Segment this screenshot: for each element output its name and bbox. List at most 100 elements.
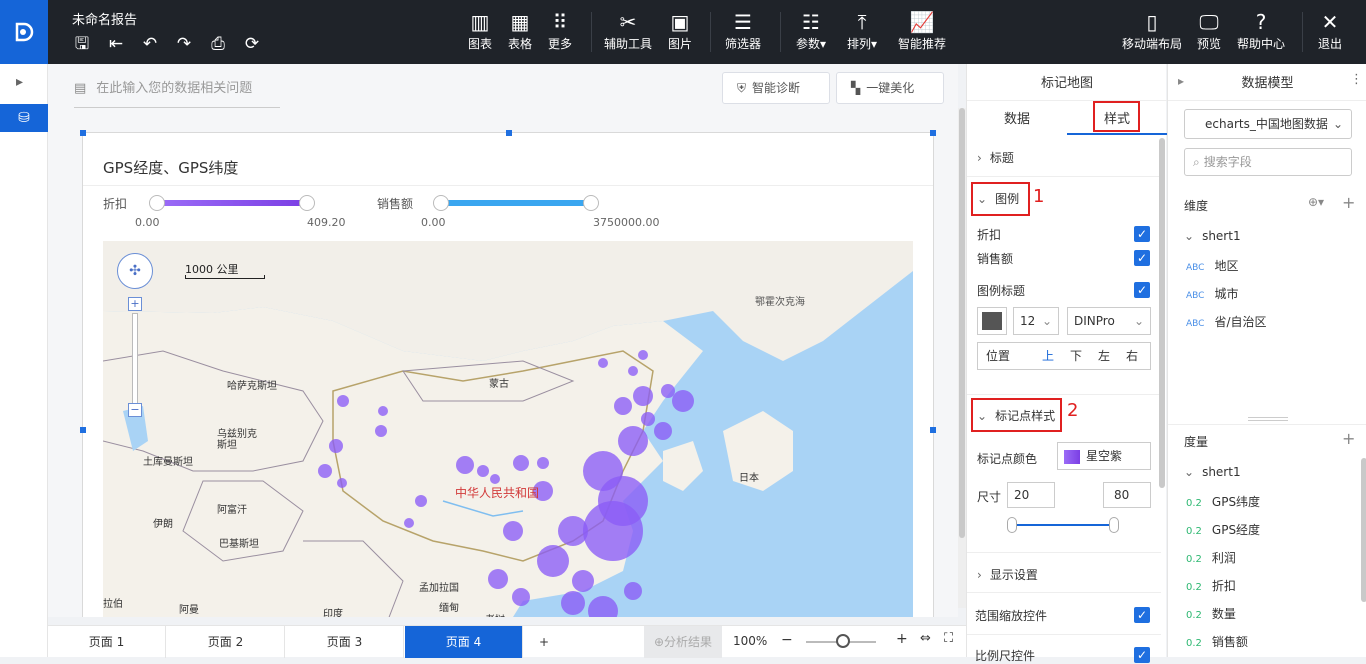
chart-button[interactable]: ▥ 图表: [466, 10, 494, 52]
map-marker[interactable]: [598, 358, 608, 368]
first-step-icon[interactable]: ⇤: [106, 34, 126, 54]
dimension-field[interactable]: ABC 省/自治区: [1186, 313, 1267, 330]
discount-min-handle[interactable]: [149, 195, 165, 211]
smart-recommend-button[interactable]: 📈 智能推荐: [896, 10, 948, 52]
app-logo[interactable]: [0, 0, 48, 64]
measure-sheet[interactable]: ⌄ shert1: [1184, 465, 1241, 479]
add-page-button[interactable]: +: [522, 626, 566, 658]
table-button[interactable]: ▦ 表格: [506, 10, 534, 52]
arrange-button[interactable]: ⤒ 排列▾: [843, 10, 881, 52]
panel-scrollbar[interactable]: [1361, 458, 1366, 602]
help-center-button[interactable]: ? 帮助中心: [1236, 10, 1286, 52]
scrollbar-thumb[interactable]: [959, 108, 965, 538]
sales-min-handle[interactable]: [433, 195, 449, 211]
page-tab[interactable]: 页面 4: [405, 626, 523, 658]
exit-button[interactable]: ✕ 退出: [1316, 10, 1344, 52]
redo-icon[interactable]: ↷: [174, 34, 194, 54]
discount-max-handle[interactable]: [299, 195, 315, 211]
size-min-handle[interactable]: [1007, 517, 1017, 533]
marker-map[interactable]: ✣ + − 1000 公里 鄂霍次克海 哈萨克斯坦 蒙古 乌兹别克 斯坦 土库曼…: [103, 241, 913, 617]
globe-icon[interactable]: ⊕▾: [1308, 195, 1324, 209]
report-title[interactable]: 未命名报告: [72, 9, 137, 28]
map-marker[interactable]: [628, 366, 638, 376]
sales-max-handle[interactable]: [583, 195, 599, 211]
tab-data[interactable]: 数据: [967, 108, 1067, 127]
section-display-settings[interactable]: › 显示设置: [977, 566, 1038, 583]
position-left[interactable]: 左: [1098, 343, 1110, 369]
map-marker[interactable]: [329, 439, 343, 453]
format-painter-icon[interactable]: ⎙: [208, 34, 228, 54]
font-size-select[interactable]: 12 ⌄: [1013, 307, 1059, 335]
map-marker[interactable]: [537, 457, 549, 469]
expand-panel-icon[interactable]: ▸: [16, 74, 23, 90]
dataset-select[interactable]: echarts_中国地图数据 ⌄: [1184, 109, 1352, 139]
size-max-input[interactable]: 80: [1103, 482, 1151, 508]
section-title[interactable]: › 标题: [977, 149, 1014, 166]
one-click-beautify-button[interactable]: ▚ 一键美化: [836, 72, 944, 104]
page-tab[interactable]: 页面 3: [286, 626, 404, 658]
measure-field[interactable]: 0.2 GPS纬度: [1186, 493, 1260, 510]
assist-tools-button[interactable]: ✂ 辅助工具: [602, 10, 654, 52]
map-marker[interactable]: [404, 518, 414, 528]
measure-field[interactable]: 0.2 GPS经度: [1186, 521, 1260, 538]
panel-scrollbar[interactable]: [1159, 138, 1165, 488]
measure-field[interactable]: 0.2 折扣: [1186, 577, 1236, 594]
map-marker[interactable]: [378, 406, 388, 416]
resize-handle[interactable]: [506, 130, 512, 136]
legend-title-checkbox[interactable]: ✓: [1134, 282, 1150, 298]
refresh-icon[interactable]: ⟳: [242, 34, 262, 54]
map-marker[interactable]: [583, 501, 643, 561]
pan-control[interactable]: ✣: [117, 253, 153, 289]
page-tab[interactable]: 页面 1: [48, 626, 166, 658]
size-min-input[interactable]: 20: [1007, 482, 1055, 508]
map-marker[interactable]: [641, 412, 655, 426]
analysis-result-button[interactable]: ⊕分析结果: [644, 626, 722, 658]
map-marker[interactable]: [337, 395, 349, 407]
map-marker[interactable]: [490, 474, 500, 484]
map-marker[interactable]: [638, 350, 648, 360]
mobile-layout-button[interactable]: ▯ 移动端布局: [1120, 10, 1184, 52]
more-button[interactable]: ⠿ 更多: [546, 10, 574, 52]
field-search-input[interactable]: ⌕ 搜索字段: [1184, 148, 1352, 176]
map-marker[interactable]: [488, 569, 508, 589]
more-vertical-icon[interactable]: ⋮: [1350, 72, 1363, 87]
map-marker[interactable]: [415, 495, 427, 507]
map-marker[interactable]: [633, 386, 653, 406]
font-family-select[interactable]: DINPro ⌄: [1067, 307, 1151, 335]
zoom-out-button[interactable]: −: [128, 403, 142, 417]
map-marker[interactable]: [624, 582, 642, 600]
splitter-handle[interactable]: [1248, 417, 1288, 421]
marker-color-select[interactable]: 星空紫: [1057, 442, 1151, 470]
map-marker[interactable]: [456, 456, 474, 474]
measure-field[interactable]: 0.2 数量: [1186, 605, 1236, 622]
undo-icon[interactable]: ↶: [140, 34, 160, 54]
add-dimension-button[interactable]: +: [1342, 193, 1355, 212]
dimension-field[interactable]: ABC 地区: [1186, 257, 1238, 274]
resize-handle[interactable]: [930, 427, 936, 433]
smart-diagnose-button[interactable]: ⛨ 智能诊断: [722, 72, 830, 104]
zoom-out-button[interactable]: −: [781, 632, 793, 648]
add-measure-button[interactable]: +: [1342, 429, 1355, 448]
size-max-handle[interactable]: [1109, 517, 1119, 533]
resize-handle[interactable]: [80, 130, 86, 136]
preview-button[interactable]: 🖵 预览: [1195, 10, 1223, 52]
map-marker[interactable]: [503, 521, 523, 541]
position-up[interactable]: 上: [1042, 343, 1054, 369]
legend-discount-checkbox[interactable]: ✓: [1134, 226, 1150, 242]
zoom-control-checkbox[interactable]: ✓: [1134, 607, 1150, 623]
dimension-field[interactable]: ABC 城市: [1186, 285, 1238, 302]
map-chart-card[interactable]: GPS经度、GPS纬度 折扣 0.00 409.20 销售额 0.00 3750…: [80, 130, 936, 617]
filter-button[interactable]: ☰ 筛选器: [722, 10, 764, 52]
vertical-scrollbar[interactable]: [958, 108, 966, 608]
map-marker[interactable]: [618, 426, 648, 456]
resize-handle[interactable]: [930, 130, 936, 136]
map-marker[interactable]: [337, 478, 347, 488]
dimension-sheet[interactable]: ⌄ shert1: [1184, 229, 1241, 243]
position-down[interactable]: 下: [1070, 343, 1082, 369]
map-marker[interactable]: [477, 465, 489, 477]
zoom-slider-handle[interactable]: [836, 634, 850, 648]
map-marker[interactable]: [672, 390, 694, 412]
legend-sales-checkbox[interactable]: ✓: [1134, 250, 1150, 266]
zoom-in-button[interactable]: +: [896, 631, 908, 647]
param-button[interactable]: ☷ 参数▾: [792, 10, 830, 52]
